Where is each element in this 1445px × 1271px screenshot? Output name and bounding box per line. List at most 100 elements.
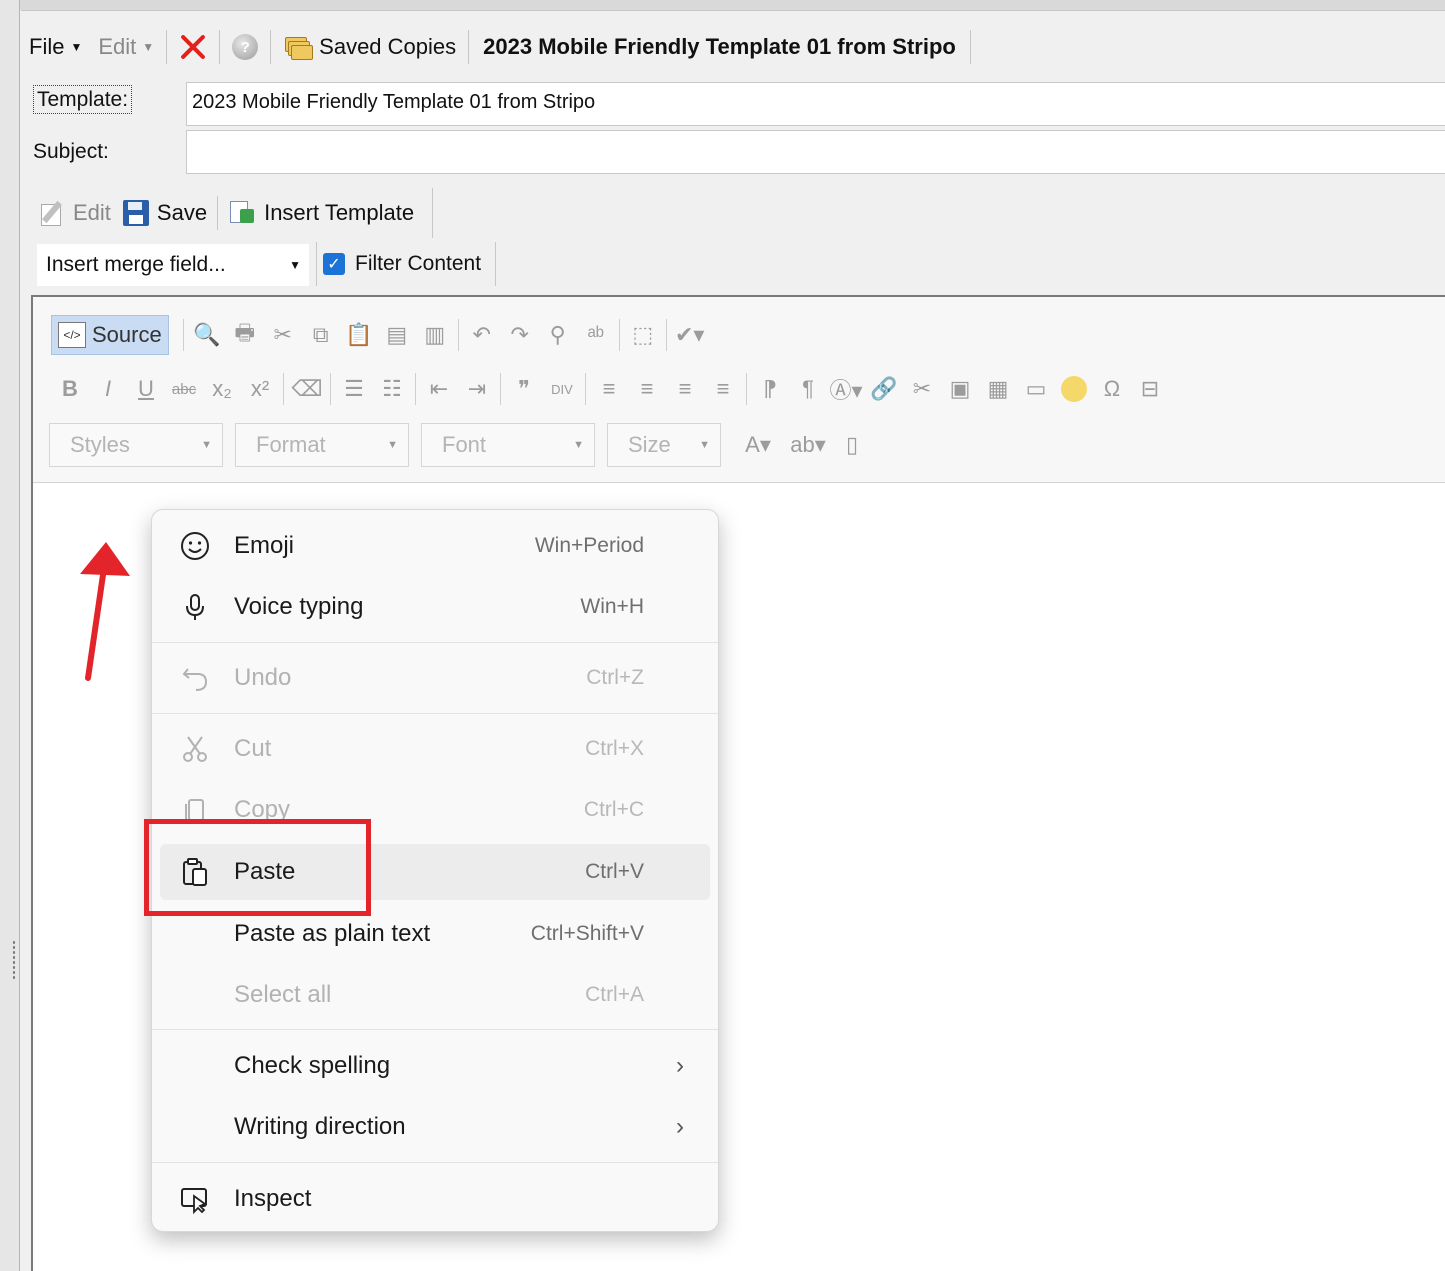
- smiley-icon[interactable]: [1055, 371, 1093, 407]
- italic-icon[interactable]: I: [89, 371, 127, 407]
- numbered-list-icon[interactable]: ☰: [335, 371, 373, 407]
- table-icon[interactable]: ▦: [979, 371, 1017, 407]
- bulleted-list-icon[interactable]: ☷: [373, 371, 411, 407]
- menu-item-label: Cut: [234, 735, 272, 762]
- saved-copies-button[interactable]: Saved Copies: [275, 27, 464, 67]
- separator: [330, 373, 331, 405]
- delete-button[interactable]: [171, 27, 215, 67]
- separator: [500, 373, 501, 405]
- annotation-arrow: [80, 542, 130, 681]
- separator: [746, 373, 747, 405]
- print-icon[interactable]: 🖶: [226, 317, 264, 353]
- blockquote-icon[interactable]: ❞: [505, 371, 543, 407]
- remove-format-icon[interactable]: ⌫: [288, 371, 326, 407]
- file-menu[interactable]: File ▼: [21, 27, 90, 67]
- save-button[interactable]: Save: [117, 193, 213, 233]
- editor-toolbar: Edit Save Insert Template: [33, 188, 434, 238]
- background-color-icon[interactable]: ab▾: [783, 427, 833, 463]
- show-blocks-icon[interactable]: ▯: [833, 427, 871, 463]
- menu-item-check-spelling[interactable]: Check spelling ›: [160, 1038, 710, 1094]
- menu-item-label: Voice typing: [234, 593, 364, 620]
- menu-item-label: Select all: [234, 981, 332, 1008]
- align-center-icon[interactable]: ≡: [628, 371, 666, 407]
- menu-item-label: Writing direction: [234, 1113, 406, 1140]
- menu-item-undo[interactable]: Undo Ctrl+Z: [160, 650, 710, 706]
- text-color-icon[interactable]: A▾: [733, 427, 783, 463]
- menu-item-label: Check spelling: [234, 1052, 391, 1079]
- undo-icon[interactable]: ↶: [463, 317, 501, 353]
- scissors-icon: [180, 734, 210, 764]
- insert-template-button[interactable]: Insert Template: [222, 193, 420, 233]
- special-char-icon[interactable]: Ω: [1093, 371, 1131, 407]
- create-div-icon[interactable]: DIV: [543, 371, 581, 407]
- merge-field-dropdown[interactable]: Insert merge field... ▼: [37, 244, 309, 286]
- source-button[interactable]: </> Source: [51, 315, 169, 355]
- inspect-icon: [180, 1184, 210, 1214]
- paste-text-icon[interactable]: ▤: [378, 317, 416, 353]
- separator: [270, 30, 272, 64]
- preview-icon[interactable]: 🔍: [188, 317, 226, 353]
- chevron-down-icon: ▼: [387, 439, 398, 451]
- edit-menu[interactable]: Edit ▼: [90, 27, 162, 67]
- underline-icon[interactable]: U: [127, 371, 165, 407]
- help-icon: ?: [232, 34, 259, 60]
- strikethrough-icon[interactable]: abc: [165, 371, 203, 407]
- horizontal-rule-icon[interactable]: ▭: [1017, 371, 1055, 407]
- menu-item-emoji[interactable]: Emoji Win+Period: [160, 518, 710, 574]
- chevron-down-icon: ▼: [699, 439, 710, 451]
- subject-field[interactable]: [186, 130, 1445, 174]
- subject-row: Subject:: [21, 130, 1445, 174]
- menu-item-voice-typing[interactable]: Voice typing Win+H: [160, 579, 710, 635]
- cut-icon[interactable]: ✂: [264, 317, 302, 353]
- font-dropdown[interactable]: Font ▼: [421, 423, 595, 467]
- align-left-icon[interactable]: ≡: [590, 371, 628, 407]
- separator: [217, 196, 219, 230]
- size-dropdown[interactable]: Size ▼: [607, 423, 721, 467]
- align-right-icon[interactable]: ≡: [666, 371, 704, 407]
- unlink-icon[interactable]: ✂: [903, 371, 941, 407]
- separator: [468, 30, 470, 64]
- merge-field-label: Insert merge field...: [46, 253, 226, 276]
- replace-icon[interactable]: ᵃᵇ: [577, 317, 615, 353]
- styles-dropdown[interactable]: Styles ▼: [49, 423, 223, 467]
- image-icon[interactable]: ▣: [941, 371, 979, 407]
- outdent-icon[interactable]: ⇤: [420, 371, 458, 407]
- splitter-grip[interactable]: [12, 940, 16, 980]
- chevron-down-icon: ▼: [573, 439, 584, 451]
- menu-item-shortcut: Ctrl+Shift+V: [530, 922, 644, 945]
- separator: [665, 319, 667, 351]
- subscript-icon[interactable]: x₂: [203, 371, 241, 407]
- language-icon[interactable]: Ⓐ▾: [827, 371, 865, 407]
- menu-item-select-all[interactable]: Select all Ctrl+A: [160, 967, 710, 1023]
- menu-item-writing-direction[interactable]: Writing direction ›: [160, 1099, 710, 1155]
- paste-word-icon[interactable]: ▥: [416, 317, 454, 353]
- superscript-icon[interactable]: x²: [241, 371, 279, 407]
- menu-item-cut[interactable]: Cut Ctrl+X: [160, 721, 710, 777]
- redo-icon[interactable]: ↷: [501, 317, 539, 353]
- indent-icon[interactable]: ⇥: [458, 371, 496, 407]
- menu-item-inspect[interactable]: Inspect: [160, 1171, 710, 1227]
- checkbox-checked-icon[interactable]: ✓: [323, 253, 345, 275]
- paste-icon[interactable]: 📋: [340, 317, 378, 353]
- find-icon[interactable]: ⚲: [539, 317, 577, 353]
- chevron-down-icon: ▼: [201, 439, 212, 451]
- template-row: Template: 2023 Mobile Friendly Template …: [21, 82, 1445, 126]
- page-break-icon[interactable]: ⊟: [1131, 371, 1169, 407]
- format-dropdown[interactable]: Format ▼: [235, 423, 409, 467]
- filter-content-toggle[interactable]: ✓ Filter Content: [316, 242, 497, 286]
- template-field[interactable]: 2023 Mobile Friendly Template 01 from St…: [186, 82, 1445, 126]
- edit-button[interactable]: Edit: [33, 193, 117, 233]
- ltr-icon[interactable]: ⁋: [751, 371, 789, 407]
- bold-icon[interactable]: B: [51, 371, 89, 407]
- annotation-highlight-box: [144, 819, 371, 916]
- rtl-icon[interactable]: ¶: [789, 371, 827, 407]
- spellcheck-icon[interactable]: ✔▾: [671, 317, 709, 353]
- copy-icon[interactable]: ⧉: [302, 317, 340, 353]
- justify-icon[interactable]: ≡: [704, 371, 742, 407]
- help-button[interactable]: ?: [224, 27, 266, 67]
- close-icon: [179, 33, 207, 61]
- window-top-edge: [0, 0, 1445, 10]
- template-label: Template:: [33, 85, 133, 114]
- select-all-icon[interactable]: ⬚: [624, 317, 662, 353]
- link-icon[interactable]: 🔗: [865, 371, 903, 407]
